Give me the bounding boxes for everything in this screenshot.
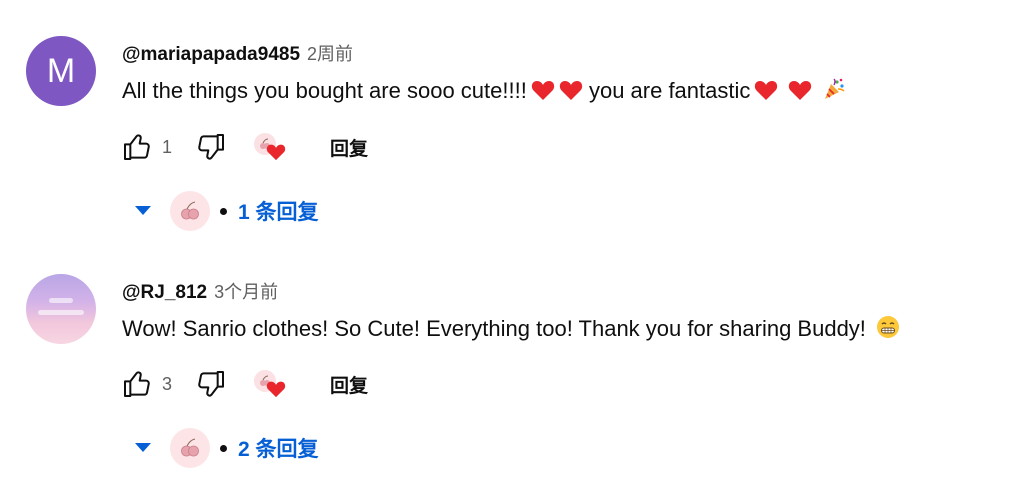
comment-header: @mariapapada9485 2周前 (122, 40, 353, 66)
comment-time[interactable]: 2周前 (307, 40, 353, 66)
creator-avatar (170, 428, 210, 468)
caret-down-icon (128, 426, 158, 470)
like-count: 1 (162, 136, 173, 157)
reply-button[interactable]: 回复 (330, 371, 368, 398)
replies-count[interactable]: 2 条回复 (238, 433, 319, 463)
thumbs-up-icon (124, 134, 150, 160)
avatar-decoration (49, 298, 73, 303)
dislike-button[interactable] (192, 129, 230, 165)
caret-down-icon (128, 189, 158, 233)
comment-header: @RJ_812 3个月前 (122, 278, 278, 304)
creator-heart-badge (252, 130, 286, 164)
thumbs-down-icon (198, 371, 224, 397)
red-heart-icon (559, 79, 583, 107)
replies-count[interactable]: 1 条回复 (238, 196, 319, 226)
heart-icon (266, 144, 286, 161)
comment-text-part: you are fantastic (588, 78, 751, 103)
separator-dot (220, 444, 227, 452)
grinning-face-icon (876, 315, 900, 345)
separator-dot (220, 207, 227, 215)
red-heart-icon (788, 79, 812, 107)
comment-time[interactable]: 3个月前 (214, 278, 278, 304)
avatar-decoration (38, 310, 84, 315)
like-count: 3 (162, 373, 173, 394)
thumbs-up-icon (124, 371, 150, 397)
party-popper-icon (822, 77, 846, 107)
creator-heart-badge (252, 367, 286, 401)
reply-button[interactable]: 回复 (330, 134, 368, 161)
view-replies-button[interactable]: 2 条回复 (128, 426, 319, 470)
comment-text: All the things you bought are sooo cute!… (122, 77, 846, 107)
avatar[interactable]: M (26, 36, 96, 106)
view-replies-button[interactable]: 1 条回复 (128, 189, 319, 233)
comment-actions: 3 回复 (118, 366, 368, 402)
author-name[interactable]: @mariapapada9485 (122, 44, 300, 66)
like-button[interactable] (118, 366, 156, 402)
comment-text-part: All the things you bought are sooo cute!… (122, 78, 527, 103)
creator-avatar (170, 191, 210, 231)
heart-icon (266, 381, 286, 398)
like-button[interactable] (118, 129, 156, 165)
thumbs-down-icon (198, 134, 224, 160)
author-name[interactable]: @RJ_812 (122, 282, 207, 304)
comment-text-part: Wow! Sanrio clothes! So Cute! Everything… (122, 316, 866, 341)
avatar[interactable] (26, 274, 96, 344)
red-heart-icon (531, 79, 555, 107)
comment-actions: 1 回复 (118, 129, 368, 165)
comment-text: Wow! Sanrio clothes! So Cute! Everything… (122, 315, 900, 345)
dislike-button[interactable] (192, 366, 230, 402)
red-heart-icon (754, 79, 778, 107)
